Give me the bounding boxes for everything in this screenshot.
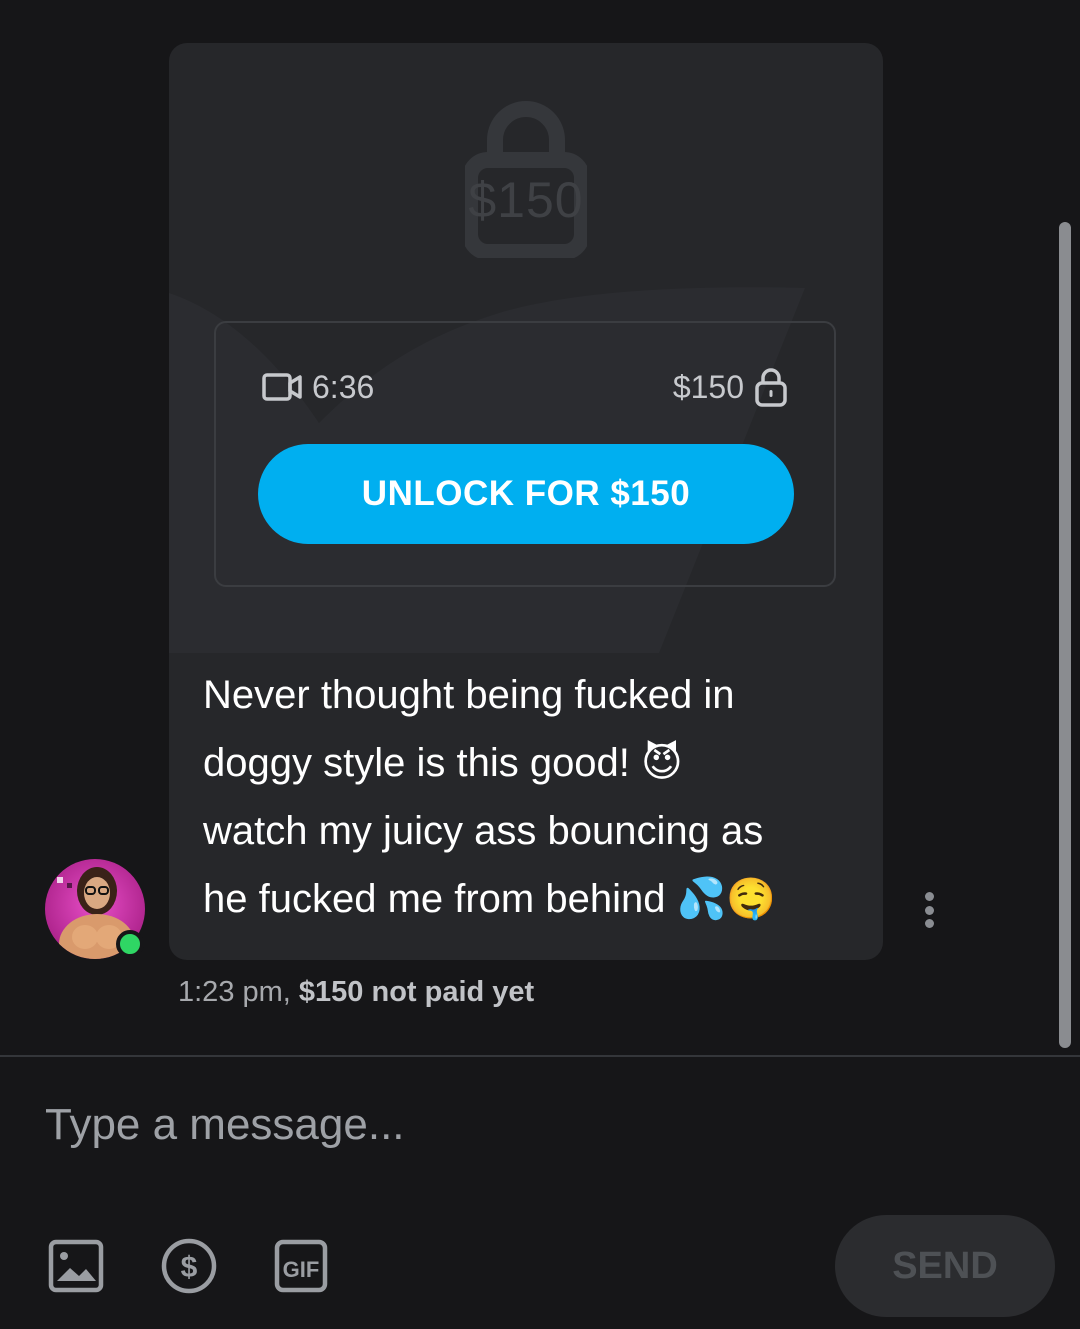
video-camera-icon [262,373,302,401]
scrollbar[interactable] [1059,222,1071,1048]
message-time: 1:23 pm, [178,976,291,1008]
svg-text:GIF: GIF [283,1257,320,1282]
media-preview: 6:36 $150 UNLOCK FOR $150 [214,321,836,587]
unlock-button[interactable]: UNLOCK FOR $150 [258,444,794,544]
message-line: he fucked me from behind 💦🤤 [203,877,777,921]
gif-icon[interactable]: GIF [272,1236,332,1296]
payment-status: $150 not paid yet [298,976,535,1008]
image-icon[interactable] [46,1236,106,1296]
locked-message-card: $150 6:36 $150 UNLOCK FOR $150 Never tho… [169,43,883,960]
lock-icon [755,368,787,407]
send-button[interactable]: SEND [835,1215,1055,1317]
message-input[interactable] [45,1090,1025,1160]
message-meta: 1:23 pm, $150 not paid yet [178,976,534,1009]
message-line: watch my juicy ass bouncing as [203,809,764,853]
chat-screen: $150 6:36 $150 UNLOCK FOR $150 Never tho… [0,0,1080,1329]
dollar-icon[interactable]: $ [159,1236,219,1296]
duration-label: 6:36 [312,368,375,405]
svg-text:$: $ [181,1251,198,1284]
online-status-dot [116,930,144,958]
more-options-icon[interactable] [913,888,945,932]
media-info-row: 6:36 $150 [262,367,788,407]
price-label: $150 [672,368,744,405]
message-line: doggy style is this good! 😈 [203,741,683,785]
media-duration: 6:36 [262,369,374,406]
composer-divider [0,1055,1080,1057]
media-price: $150 [673,367,788,407]
message-text: Never thought being fucked in doggy styl… [203,661,863,933]
message-line: Never thought being fucked in [203,673,735,717]
locked-price-overlay: $150 [468,172,584,228]
